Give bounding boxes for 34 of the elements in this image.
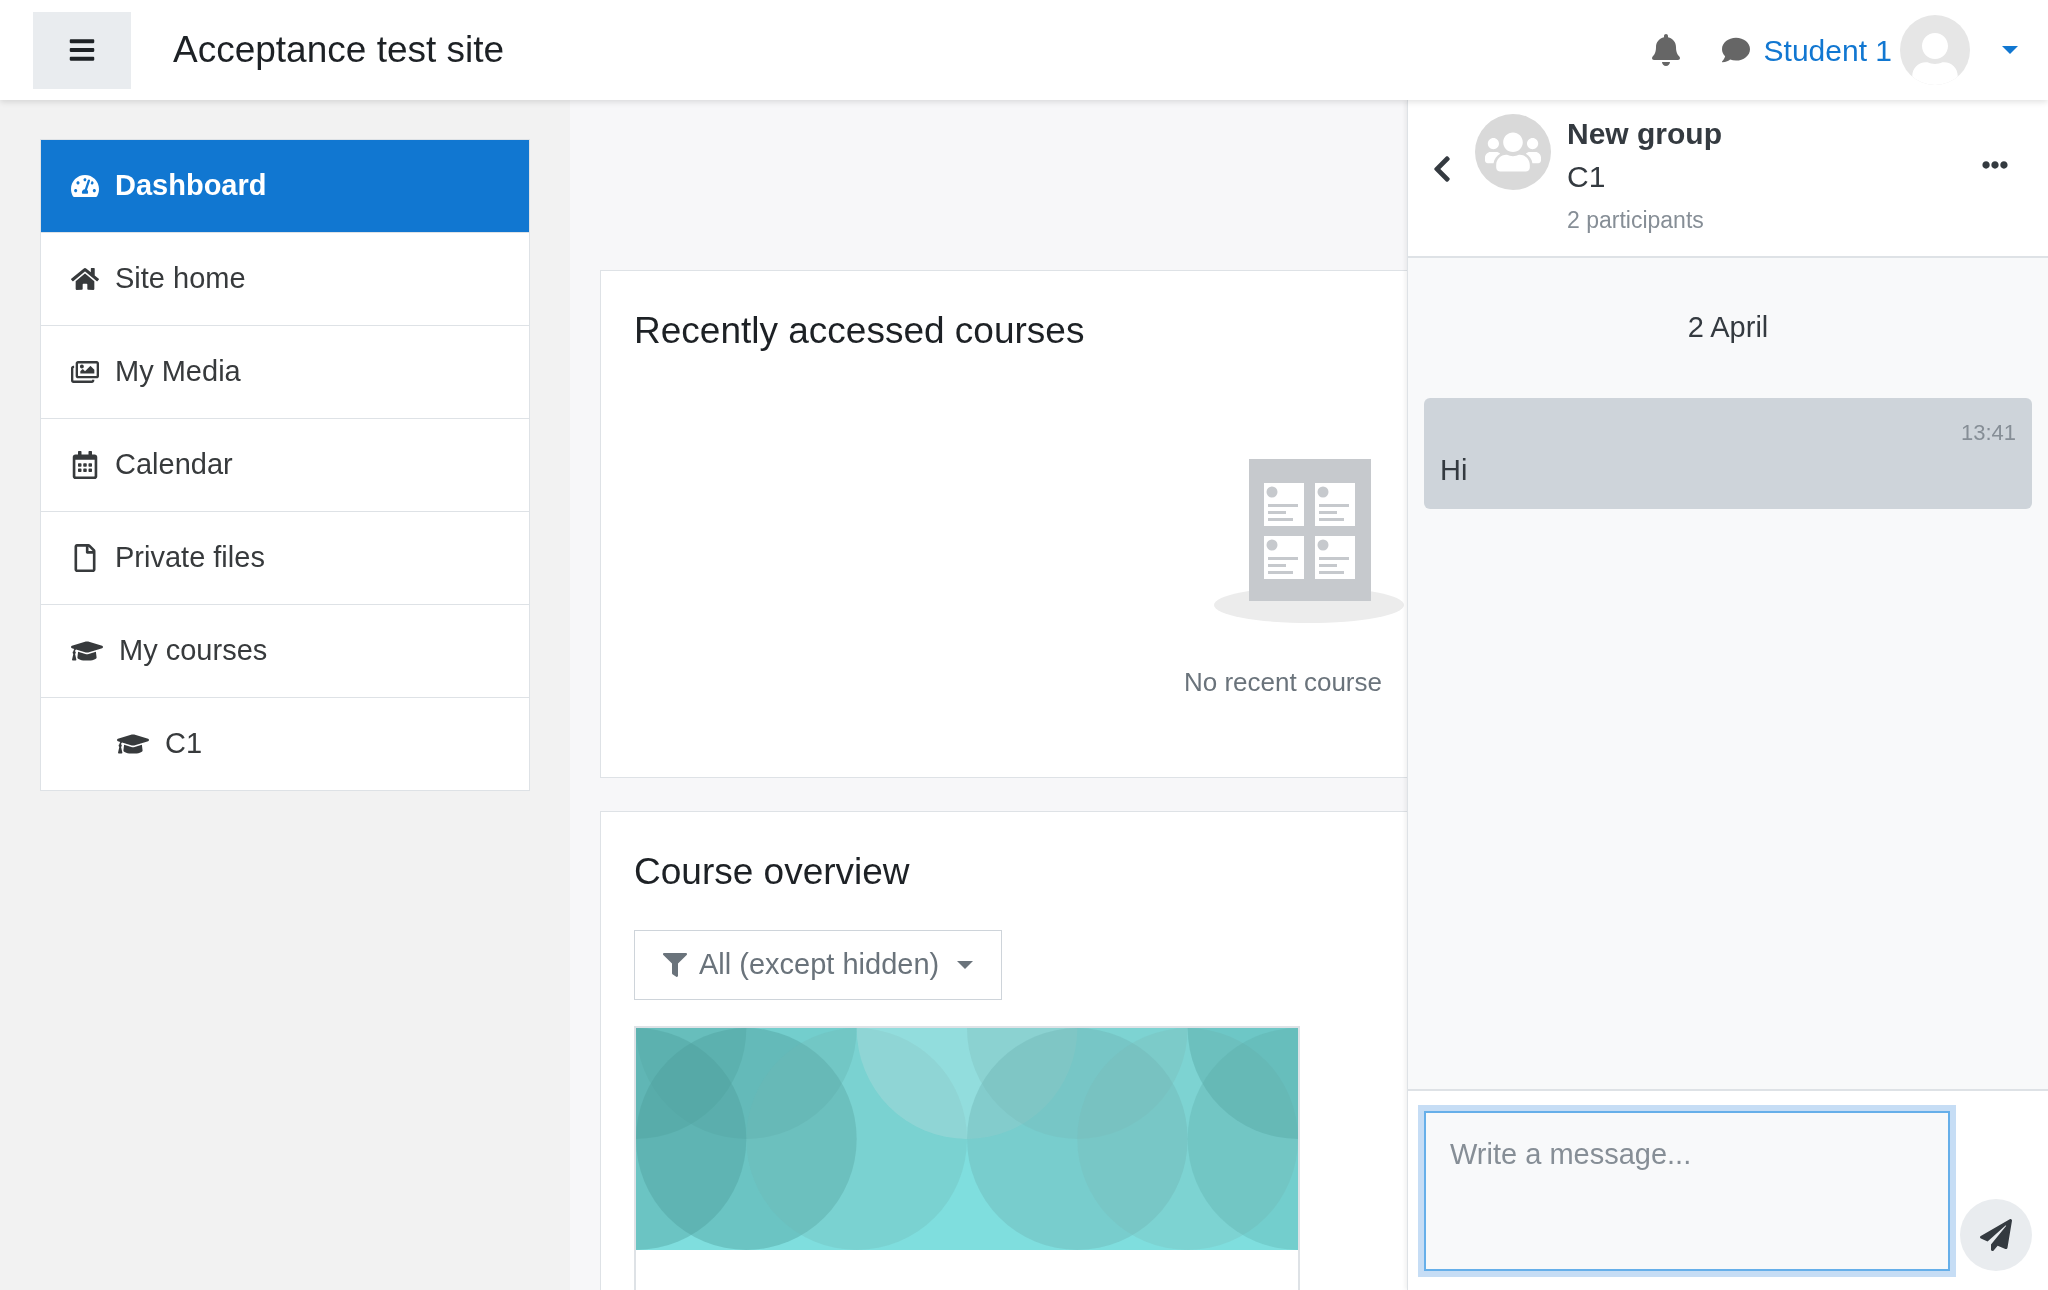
date-label: 2 April [1687, 310, 1769, 345]
empty-message: No recent course [1184, 665, 1382, 699]
nav-item[interactable]: My courses [40, 604, 530, 698]
media-icon [71, 358, 99, 386]
filter-dropdown[interactable]: All (except hidden) [634, 929, 1003, 1000]
caret-icon [957, 960, 974, 969]
menu-button[interactable] [33, 11, 131, 89]
calendar-icon [71, 451, 99, 479]
card-title: Recently accessed courses [634, 309, 1086, 353]
home-icon [71, 265, 99, 293]
message-time: 13:41 [1960, 418, 2016, 447]
course-card[interactable] [634, 1025, 1300, 1290]
nav-item[interactable]: Private files [40, 511, 530, 605]
back-icon[interactable] [1431, 154, 1453, 184]
dashboard-icon [71, 172, 99, 200]
participant-count: 2 participants [1567, 206, 1705, 235]
nav-item[interactable]: Calendar [40, 418, 530, 512]
nav-item[interactable]: C1 [40, 697, 530, 791]
user-name[interactable]: Student 1 [1763, 27, 1892, 73]
message-text: Hi [1440, 452, 1469, 488]
conversation-title: New group [1567, 116, 1722, 152]
caret-icon[interactable] [2002, 46, 2018, 54]
card-title: Course overview [634, 850, 911, 894]
filter-icon [663, 952, 687, 977]
notification-icon[interactable] [1651, 34, 1680, 66]
nav-item[interactable]: My Media [40, 325, 530, 419]
message-input[interactable]: Write a message... [1424, 1111, 1950, 1271]
conversation-subtitle: C1 [1567, 159, 1607, 195]
site-name: Acceptance test site [173, 28, 505, 73]
chat-icon[interactable] [1719, 36, 1752, 64]
menu-icon [68, 36, 96, 64]
send-icon [1980, 1219, 2012, 1251]
nav-item[interactable]: Site home [40, 232, 530, 326]
nav-item[interactable]: Dashboard [40, 139, 530, 233]
